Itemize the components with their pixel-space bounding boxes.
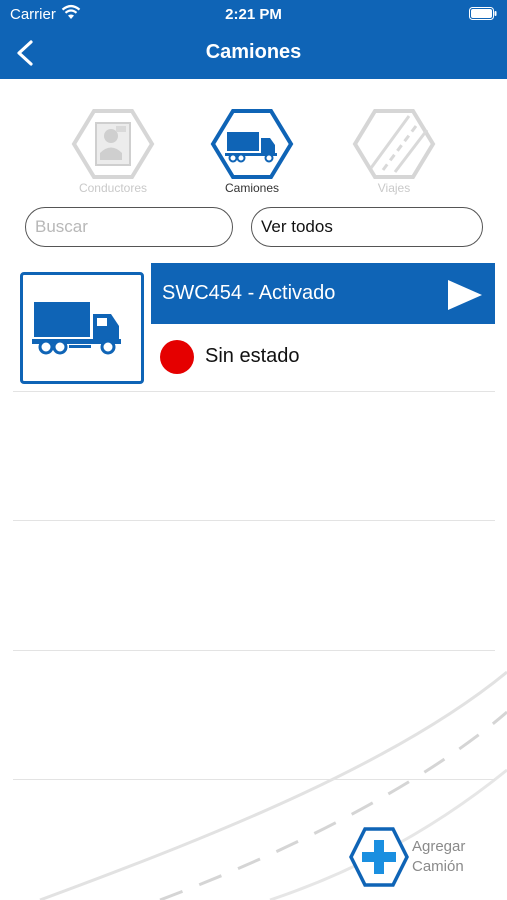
truck-thumbnail	[20, 272, 144, 384]
battery-icon	[469, 7, 497, 20]
play-icon[interactable]	[447, 279, 483, 311]
navigation-bar: Carrier 2:21 PM Camiones	[0, 0, 507, 79]
truck-icon	[32, 302, 121, 355]
truck-status: Sin estado	[205, 345, 300, 367]
tab-conductores-label: Conductores	[78, 181, 148, 195]
add-truck-label-line1: Agregar	[412, 838, 466, 855]
filter-select[interactable]: Ver todos	[251, 207, 483, 247]
add-truck-label-line2: Camión	[412, 858, 464, 875]
tab-camiones-label: Camiones	[224, 181, 280, 195]
tab-camiones[interactable]: Camiones	[207, 108, 297, 198]
status-indicator	[160, 340, 194, 374]
add-truck-label[interactable]: Agregar Camión	[412, 837, 465, 877]
tab-viajes[interactable]: Viajes	[349, 108, 439, 198]
row-divider	[13, 650, 495, 651]
row-divider	[13, 391, 495, 392]
list-item[interactable]: SWC454 - Activado Sin estado	[13, 263, 495, 391]
road-icon	[352, 109, 436, 179]
tab-viajes-label: Viajes	[377, 181, 411, 195]
add-truck-button[interactable]	[348, 826, 410, 888]
truck-header: SWC454 - Activado	[151, 263, 495, 324]
row-divider	[13, 779, 495, 780]
page-title: Camiones	[205, 41, 302, 63]
tab-conductores[interactable]: Conductores	[68, 108, 158, 198]
driver-icon	[71, 109, 155, 179]
clock: 2:21 PM	[225, 6, 282, 23]
truck-title: SWC454 - Activado	[162, 282, 336, 304]
search-input[interactable]	[25, 207, 233, 247]
row-divider	[13, 520, 495, 521]
truck-icon	[210, 109, 294, 179]
